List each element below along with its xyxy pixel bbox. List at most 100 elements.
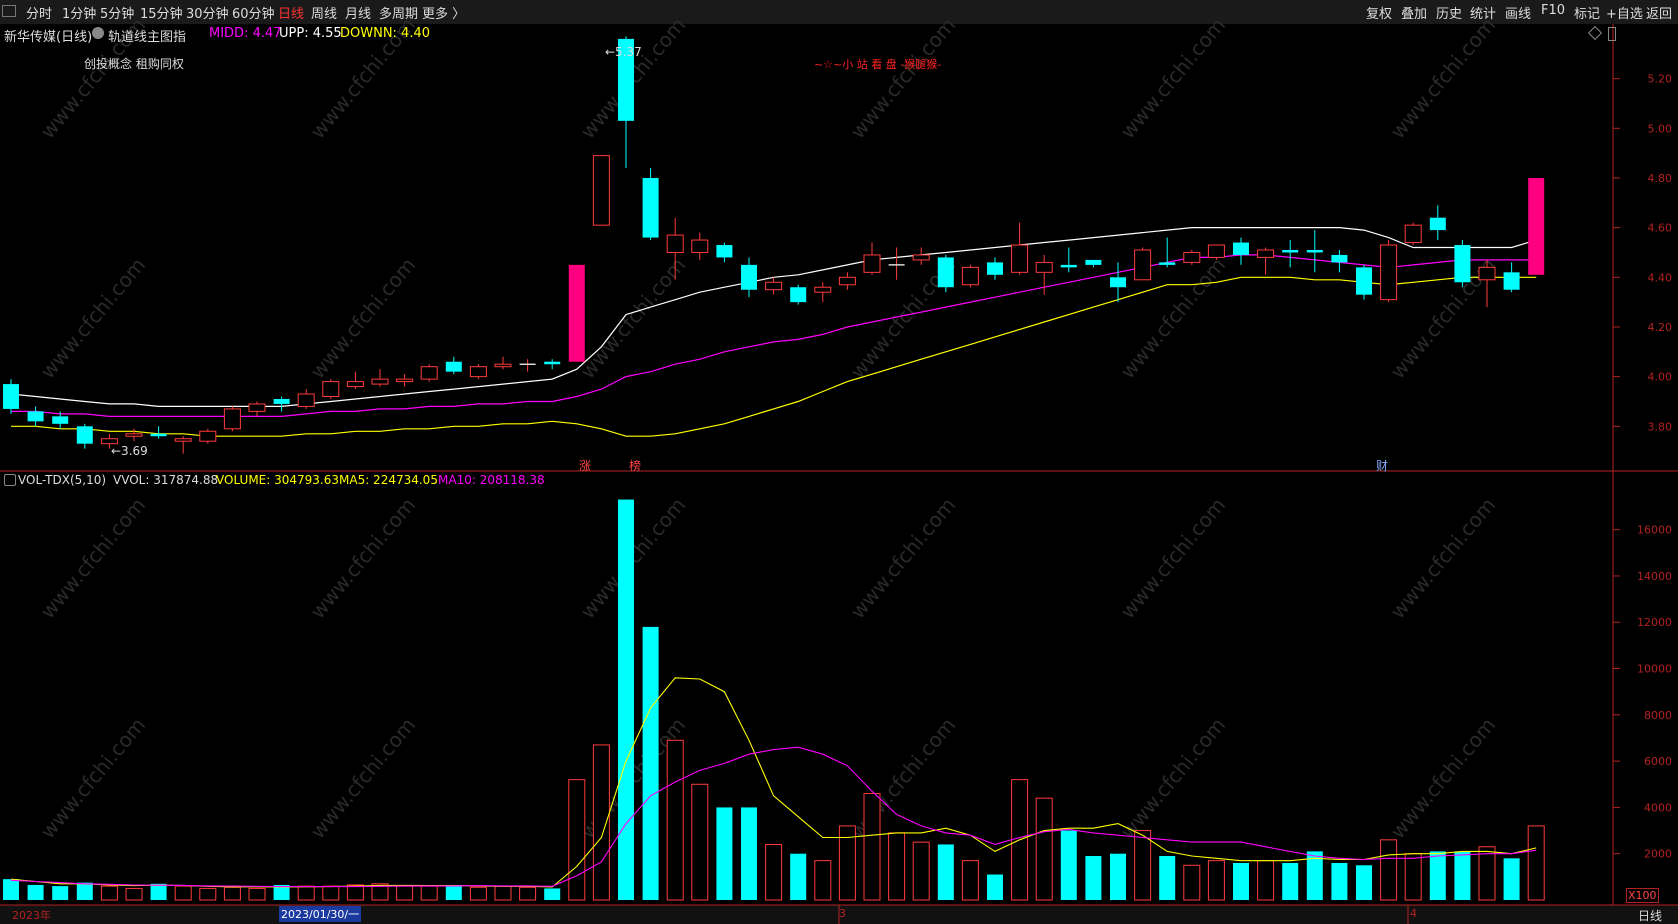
vol-indicator-name[interactable]: VOL-TDX(5,10): [18, 473, 106, 487]
scroll-icon[interactable]: [1608, 27, 1616, 41]
volume-bar: [888, 832, 906, 901]
candle-body: [420, 366, 438, 380]
candle-body: [322, 381, 340, 398]
volume-tick-label: 4000: [1644, 801, 1672, 814]
candle-body: [125, 433, 143, 437]
candle-body: [1085, 259, 1102, 265]
volume-bar: [618, 499, 634, 900]
candle-body: [790, 287, 807, 303]
volume-bar: [3, 879, 19, 900]
price-tick-label: 4.60: [1648, 222, 1673, 235]
candle-body: [1257, 249, 1275, 258]
candle-body: [592, 155, 610, 226]
volume-bar: [1134, 830, 1152, 901]
panel-settings-icon[interactable]: [4, 474, 16, 486]
date-label-cursor: 2023/01/30/一: [279, 906, 362, 922]
price-tick-label: 5.20: [1648, 73, 1673, 86]
volume-bar: [494, 885, 512, 901]
volume-bar: [987, 874, 1003, 900]
candle-body: [1404, 224, 1422, 244]
volume-tick-label: 16000: [1637, 524, 1672, 537]
candle-body: [248, 403, 266, 412]
volume-bar: [1454, 851, 1471, 900]
concept-tags: 创投概念 租购同权: [84, 57, 184, 71]
volume-bar: [937, 844, 954, 900]
candle-body: [1110, 277, 1126, 288]
volume-bar: [1110, 853, 1126, 900]
volume-bar: [125, 887, 143, 901]
candle-body: [469, 366, 487, 378]
candle-body: [52, 416, 69, 424]
volume-bar: [912, 841, 930, 901]
volume-bar: [445, 884, 462, 900]
candle-body: [642, 177, 659, 238]
candle-body: [100, 438, 118, 445]
candlestick: [1356, 264, 1372, 300]
high-price-label: ←5.37: [605, 45, 642, 59]
candlestick: [937, 254, 954, 293]
candle-body: [223, 408, 241, 430]
candle-body: [199, 430, 217, 442]
volume-tick-label: 2000: [1644, 848, 1672, 861]
candle-body: [765, 281, 783, 291]
price-tick-label: 4.00: [1648, 371, 1673, 384]
candlestick: [199, 428, 217, 444]
volume-bar: [199, 887, 217, 901]
ma5-value: MA5: 224734.05: [339, 473, 438, 487]
settings-dropdown-icon[interactable]: [92, 27, 104, 39]
volume-bar: [346, 884, 364, 901]
volume-tick-label: 14000: [1637, 570, 1672, 583]
candlestick: [1380, 240, 1398, 303]
low-price-label: ←3.69: [111, 444, 148, 458]
candle-body: [1035, 261, 1053, 273]
volume-bar: [1478, 846, 1496, 901]
candle-body: [1207, 244, 1225, 258]
candle-body: [1060, 264, 1077, 268]
candlestick: [592, 155, 610, 226]
volume-bar: [1404, 853, 1422, 901]
candle-body: [27, 411, 44, 422]
candle-body: [691, 239, 709, 253]
volume-tick-label: 12000: [1637, 616, 1672, 629]
ma10-value: MA10: 208118.38: [438, 473, 545, 487]
candlestick: [1528, 177, 1545, 275]
period-indicator: 日线: [1638, 909, 1663, 923]
volume-tick-label: 10000: [1637, 663, 1672, 676]
candlestick: [1134, 247, 1152, 281]
indicator-name[interactable]: 轨道线主图指: [108, 26, 186, 45]
candlestick: [568, 264, 585, 362]
date-label-april: 4: [1410, 907, 1417, 920]
candle-body: [1429, 217, 1446, 231]
volume-bar: [863, 793, 881, 901]
price-tick-label: 4.40: [1648, 271, 1673, 284]
candlestick: [1404, 222, 1422, 246]
event-marker-bang[interactable]: 榜: [629, 457, 641, 474]
downn-value: DOWNN: 4.40: [340, 26, 431, 41]
volume-bar: [790, 853, 807, 900]
event-marker-cai[interactable]: 财: [1376, 457, 1388, 474]
chart-canvas[interactable]: www.cfchi.com www.cfchi.com www.cfchi.com w…: [0, 0, 1678, 924]
candle-body: [912, 254, 930, 261]
candlestick: [469, 364, 487, 380]
volume-bar: [519, 886, 537, 901]
candle-body: [568, 264, 585, 362]
volume-bar: [248, 887, 266, 901]
date-label-year: 2023年: [12, 909, 51, 922]
volume-bar: [1527, 825, 1545, 901]
candle-body: [371, 378, 389, 385]
candle-body: [863, 254, 881, 273]
midd-value: MIDD: 4.47: [209, 26, 282, 41]
volume-bar: [691, 783, 709, 901]
price-tick-label: 4.20: [1648, 321, 1673, 334]
volume-bar: [297, 885, 315, 901]
event-marker-zhang[interactable]: 涨: [579, 457, 591, 474]
candle-body: [1454, 245, 1471, 283]
volume-bar: [76, 882, 93, 900]
vvol-value: VVOL: 317874.88: [113, 473, 219, 487]
volume-bar: [1331, 862, 1348, 900]
volume-bar: [174, 885, 192, 901]
volume-unit: X100: [1626, 888, 1659, 903]
candle-body: [297, 393, 315, 407]
volume-bar: [1356, 865, 1372, 900]
candle-body: [838, 276, 856, 286]
